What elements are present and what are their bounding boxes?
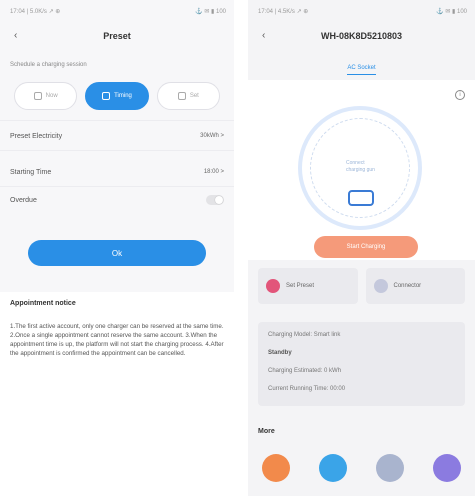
set-preset-card[interactable]: Set Preset (258, 268, 358, 304)
gauge-text-line2: charging gun (346, 167, 375, 173)
quick-action-blue-icon[interactable] (319, 454, 348, 482)
connector-card[interactable]: Connector (365, 268, 465, 304)
charging-info-box: Charging Model: Smart link Standby Charg… (258, 322, 465, 406)
bolt-icon (177, 92, 186, 100)
more-section-title: More (258, 428, 275, 435)
status-bar: 17:04 | 5.0K/s ↗ ⊕ ⚓ ✉ ▮ 100 (10, 8, 226, 18)
charger-id-title: WH-08K8D5210803 (320, 31, 403, 41)
overdue-row: Overdue (10, 190, 224, 210)
start-charging-button[interactable]: Start Charging (314, 236, 418, 258)
connector-icon (373, 279, 388, 293)
set-preset-label: Set Preset (286, 283, 315, 289)
schedule-hint: Schedule a charging session (10, 62, 87, 68)
appointment-notice: Appointment notice 1.The first active ac… (0, 292, 234, 496)
status-indicators: ⚓ ✉ ▮ 100 (436, 9, 467, 15)
socket-tabs: AC Socket (248, 62, 475, 78)
notice-title: Appointment notice (10, 300, 76, 307)
quick-action-gray-icon[interactable] (375, 454, 404, 482)
mode-now-label: Now (45, 93, 58, 99)
mode-timing-button[interactable]: Timing (85, 82, 149, 110)
charging-gauge: Connect charging gun (298, 106, 422, 230)
divider (0, 120, 234, 121)
page-title: Preset (103, 31, 131, 41)
connector-label: Connector (393, 283, 422, 289)
status-time: 17:04 | 4.5K/s ↗ ⊕ (258, 9, 309, 15)
charging-estimated: Charging Estimated: 0 kWh (268, 368, 342, 374)
preset-electricity-row[interactable]: Preset Electricity 30kWh > (10, 126, 224, 146)
nav-bar: ‹ WH-08K8D5210803 (248, 28, 475, 48)
calendar-icon (102, 92, 111, 100)
mode-timing-label: Timing (114, 93, 132, 99)
starting-time-value: 18:00 > (203, 169, 224, 175)
tab-ac-socket[interactable]: AC Socket (347, 65, 376, 75)
preset-electricity-label: Preset Electricity (10, 132, 63, 140)
quick-action-purple-icon[interactable] (432, 454, 461, 482)
preset-electricity-value: 30kWh > (200, 133, 224, 139)
nav-bar: ‹ Preset (0, 28, 234, 48)
notice-body: 1.The first active account, only one cha… (10, 323, 224, 357)
preset-screen: 17:04 | 5.0K/s ↗ ⊕ ⚓ ✉ ▮ 100 ‹ Preset Sc… (0, 0, 234, 496)
gauge-text-line1: Connect (346, 160, 365, 166)
mode-now-button[interactable]: Now (14, 82, 78, 110)
charger-screen: 17:04 | 4.5K/s ↗ ⊕ ⚓ ✉ ▮ 100 ‹ WH-08K8D5… (248, 0, 475, 496)
charging-status-area: i Connect charging gun (248, 80, 475, 260)
status-standby: Standby (268, 350, 292, 356)
gauge-message: Connect charging gun (346, 160, 375, 174)
status-time: 17:04 | 5.0K/s ↗ ⊕ (10, 9, 61, 15)
action-cards: Set Preset Connector (258, 268, 465, 304)
mode-set-button[interactable]: Set (156, 82, 220, 110)
car-icon (348, 190, 374, 206)
info-icon[interactable]: i (455, 90, 465, 100)
divider (0, 186, 234, 187)
clock-icon (33, 92, 42, 100)
overdue-toggle[interactable] (206, 195, 224, 205)
status-indicators: ⚓ ✉ ▮ 100 (195, 9, 226, 15)
running-time: Current Running Time: 00:00 (268, 386, 346, 392)
divider (0, 150, 234, 151)
starting-time-row[interactable]: Starting Time 18:00 > (10, 162, 224, 182)
quick-action-orange-icon[interactable] (262, 454, 291, 482)
starting-time-label: Starting Time (10, 168, 52, 176)
charging-mode-selector: Now Timing Set (14, 82, 220, 110)
quick-actions (248, 454, 475, 494)
preset-icon (266, 279, 280, 293)
status-bar: 17:04 | 4.5K/s ↗ ⊕ ⚓ ✉ ▮ 100 (258, 8, 467, 18)
charging-model: Charging Model: Smart link (268, 332, 341, 338)
mode-set-label: Set (189, 93, 199, 99)
overdue-label: Overdue (10, 196, 37, 204)
ok-button[interactable]: Ok (28, 240, 206, 266)
